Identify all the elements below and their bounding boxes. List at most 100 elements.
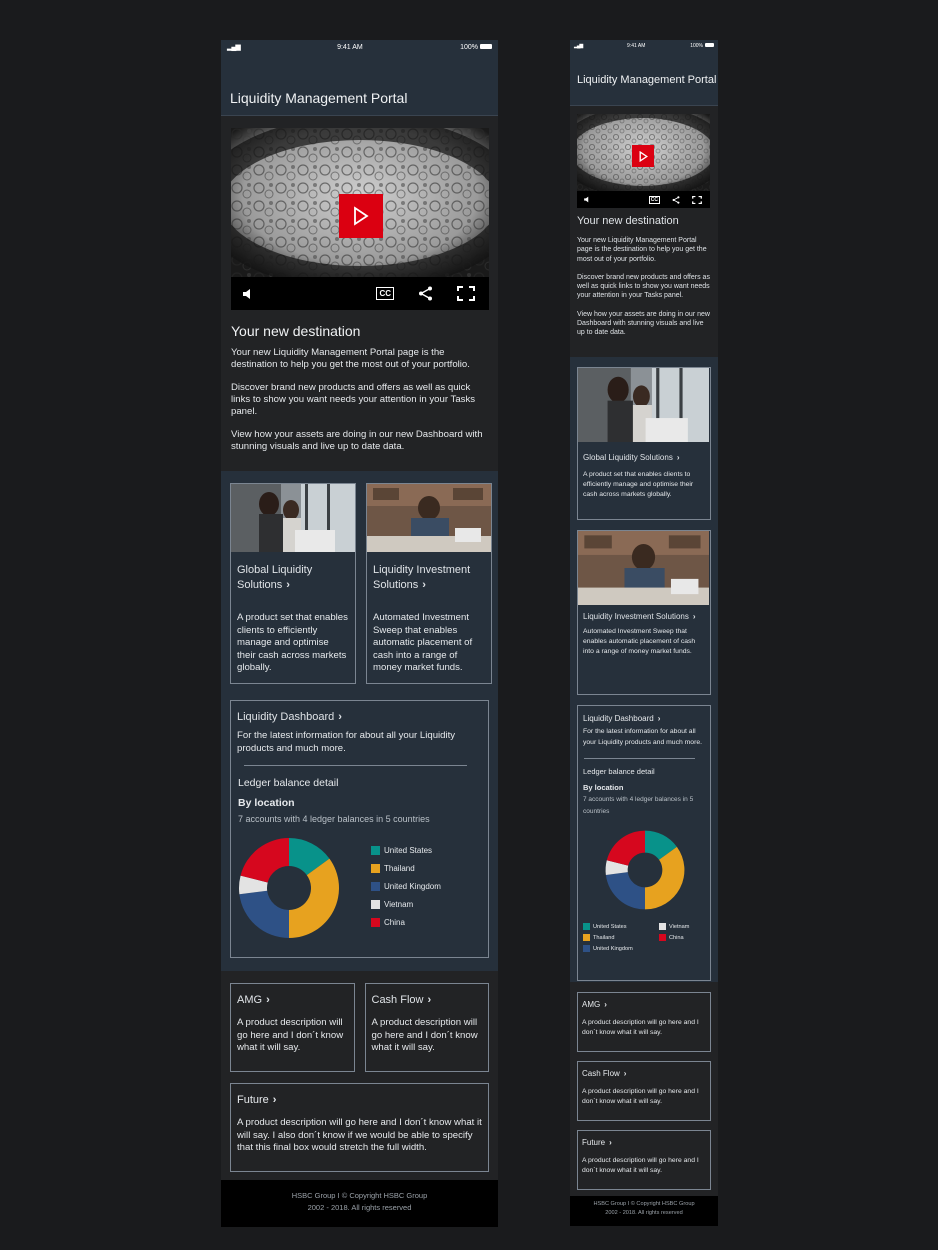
- footer-copyright: HSBC Group I © Copyright HSBC Group: [593, 1201, 695, 1207]
- play-button[interactable]: [632, 145, 654, 167]
- chevron-right-icon: ›: [427, 994, 432, 1006]
- card-title[interactable]: AMG ›: [582, 1000, 706, 1009]
- legend-label: Vietnam: [384, 899, 414, 909]
- play-icon: [639, 150, 648, 162]
- dashboard-title[interactable]: Liquidity Dashboard ›: [583, 714, 705, 723]
- battery-icon: [704, 43, 714, 48]
- card-global-liquidity[interactable]: Global Liquidity Solutions › A product se…: [230, 483, 356, 684]
- status-bar: ▂▄▆ 9:41 AM 100%: [570, 40, 718, 51]
- legend-item: United Kingdom: [371, 877, 441, 895]
- hero-section: CC Your new destination Your new Liquidi…: [221, 116, 498, 471]
- legend-label: China: [384, 917, 405, 927]
- card-description: Automated Investment Sweep that enables …: [373, 612, 473, 674]
- dashboard-description: For the latest information for about all…: [237, 730, 456, 754]
- legend-label: China: [669, 934, 684, 941]
- legend-swatch: [371, 917, 380, 927]
- card-cash-flow[interactable]: Cash Flow › A product description will go…: [364, 983, 489, 1072]
- card-cash-flow[interactable]: Cash Flow › A product description will go…: [577, 1061, 711, 1121]
- card-title[interactable]: Liquidity Investment Solutions ›: [367, 552, 491, 604]
- page-title: Liquidity Management Portal: [570, 51, 718, 106]
- liquidity-dashboard-card[interactable]: Liquidity Dashboard › For the latest info…: [577, 705, 711, 981]
- fullscreen-icon[interactable]: [457, 286, 475, 301]
- card-title[interactable]: Cash Flow ›: [582, 1069, 706, 1078]
- card-description: A product set that enables clients to ef…: [237, 612, 348, 674]
- chevron-right-icon: ›: [272, 1094, 277, 1106]
- card-title[interactable]: Global Liquidity Solutions ›: [578, 442, 710, 463]
- footer: HSBC Group I © Copyright HSBC Group 2002…: [221, 1180, 498, 1227]
- volume-icon[interactable]: [583, 196, 590, 203]
- by-location-heading: By location: [238, 797, 295, 810]
- legend-item: Vietnam: [371, 895, 441, 913]
- legend-swatch: [659, 934, 666, 941]
- legend-swatch: [371, 899, 380, 909]
- card-liquidity-investment[interactable]: Liquidity Investment Solutions › Automate…: [577, 530, 711, 695]
- closed-captions-icon[interactable]: CC: [648, 195, 660, 204]
- legend-label: United Kingdom: [384, 881, 441, 891]
- card-title[interactable]: Future ›: [237, 1094, 482, 1106]
- ledger-heading: Ledger balance detail: [238, 777, 339, 790]
- donut-slice-china: [606, 830, 645, 866]
- hero-title: Your new destination: [231, 323, 361, 339]
- donut-slice-united-kingdom: [239, 890, 289, 939]
- chevron-right-icon: ›: [286, 579, 290, 591]
- card-photo-woman: [231, 484, 355, 552]
- dashboard-title[interactable]: Liquidity Dashboard ›: [237, 711, 482, 723]
- legend-swatch: [371, 863, 380, 873]
- legend-swatch: [659, 923, 666, 930]
- fullscreen-icon[interactable]: [692, 195, 702, 204]
- video-player[interactable]: CC: [231, 128, 489, 310]
- solutions-section: Global Liquidity Solutions › A product se…: [570, 357, 718, 982]
- status-time: 9:41 AM: [337, 43, 363, 51]
- legend-swatch: [583, 923, 590, 930]
- by-location-heading: By location: [583, 783, 624, 792]
- legend-swatch: [583, 945, 590, 952]
- card-description: A product description will go here and I…: [582, 1157, 699, 1174]
- battery-status: 100%: [460, 44, 492, 51]
- play-button[interactable]: [339, 194, 383, 238]
- liquidity-dashboard-card[interactable]: Liquidity Dashboard › For the latest info…: [230, 700, 489, 958]
- chevron-right-icon: ›: [657, 714, 661, 723]
- video-player[interactable]: CC: [577, 114, 710, 208]
- hero-paragraph: View how your assets are doing in our ne…: [577, 310, 710, 337]
- card-title[interactable]: Cash Flow ›: [372, 994, 483, 1006]
- card-amg[interactable]: AMG › A product description will go here …: [230, 983, 355, 1072]
- card-photo-man: [367, 484, 491, 552]
- card-future[interactable]: Future › A product description will go he…: [230, 1083, 489, 1172]
- card-description: A product description will go here and I…: [237, 1017, 344, 1054]
- card-description: A product description will go here and I…: [237, 1117, 482, 1154]
- chevron-right-icon: ›: [338, 711, 342, 723]
- card-description: A product set that enables clients to ef…: [583, 471, 694, 498]
- card-liquidity-investment[interactable]: Liquidity Investment Solutions › Automate…: [366, 483, 492, 684]
- divider: [244, 765, 467, 767]
- footer-copyright: HSBC Group I © Copyright HSBC Group: [291, 1191, 428, 1200]
- closed-captions-icon[interactable]: CC: [376, 287, 394, 300]
- donut-slice-thailand: [289, 858, 339, 939]
- location-donut-chart: [605, 830, 685, 910]
- share-icon[interactable]: [418, 286, 433, 301]
- legend-item: Thailand: [583, 934, 659, 941]
- legend-label: United States: [384, 845, 433, 855]
- footer-rights: 2002 - 2018. All rights reserved: [605, 1210, 683, 1216]
- card-photo-woman: [578, 368, 710, 442]
- card-amg[interactable]: AMG › A product description will go here …: [577, 992, 711, 1052]
- chevron-right-icon: ›: [422, 579, 426, 591]
- hero-title: Your new destination: [577, 215, 679, 227]
- card-title[interactable]: Liquidity Investment Solutions ›: [578, 605, 710, 622]
- chevron-right-icon: ›: [623, 1069, 627, 1078]
- chevron-right-icon: ›: [266, 994, 270, 1006]
- chevron-right-icon: ›: [676, 453, 680, 462]
- legend-label: Vietnam: [669, 923, 690, 930]
- card-title[interactable]: Future ›: [582, 1138, 706, 1147]
- card-global-liquidity[interactable]: Global Liquidity Solutions › A product se…: [577, 367, 711, 520]
- location-donut-chart: [239, 838, 339, 939]
- volume-icon[interactable]: [241, 288, 253, 300]
- legend-swatch: [371, 845, 380, 855]
- card-title[interactable]: AMG ›: [237, 994, 348, 1006]
- legend-swatch: [371, 881, 380, 891]
- phone-small: ▂▄▆ 9:41 AM 100% Liquidity Management Po…: [570, 40, 718, 1226]
- share-icon[interactable]: [672, 195, 680, 204]
- card-title[interactable]: Global Liquidity Solutions ›: [231, 552, 355, 604]
- card-future[interactable]: Future › A product description will go he…: [577, 1130, 711, 1190]
- donut-slice-china: [240, 838, 289, 883]
- legend-item: United Kingdom: [583, 945, 659, 952]
